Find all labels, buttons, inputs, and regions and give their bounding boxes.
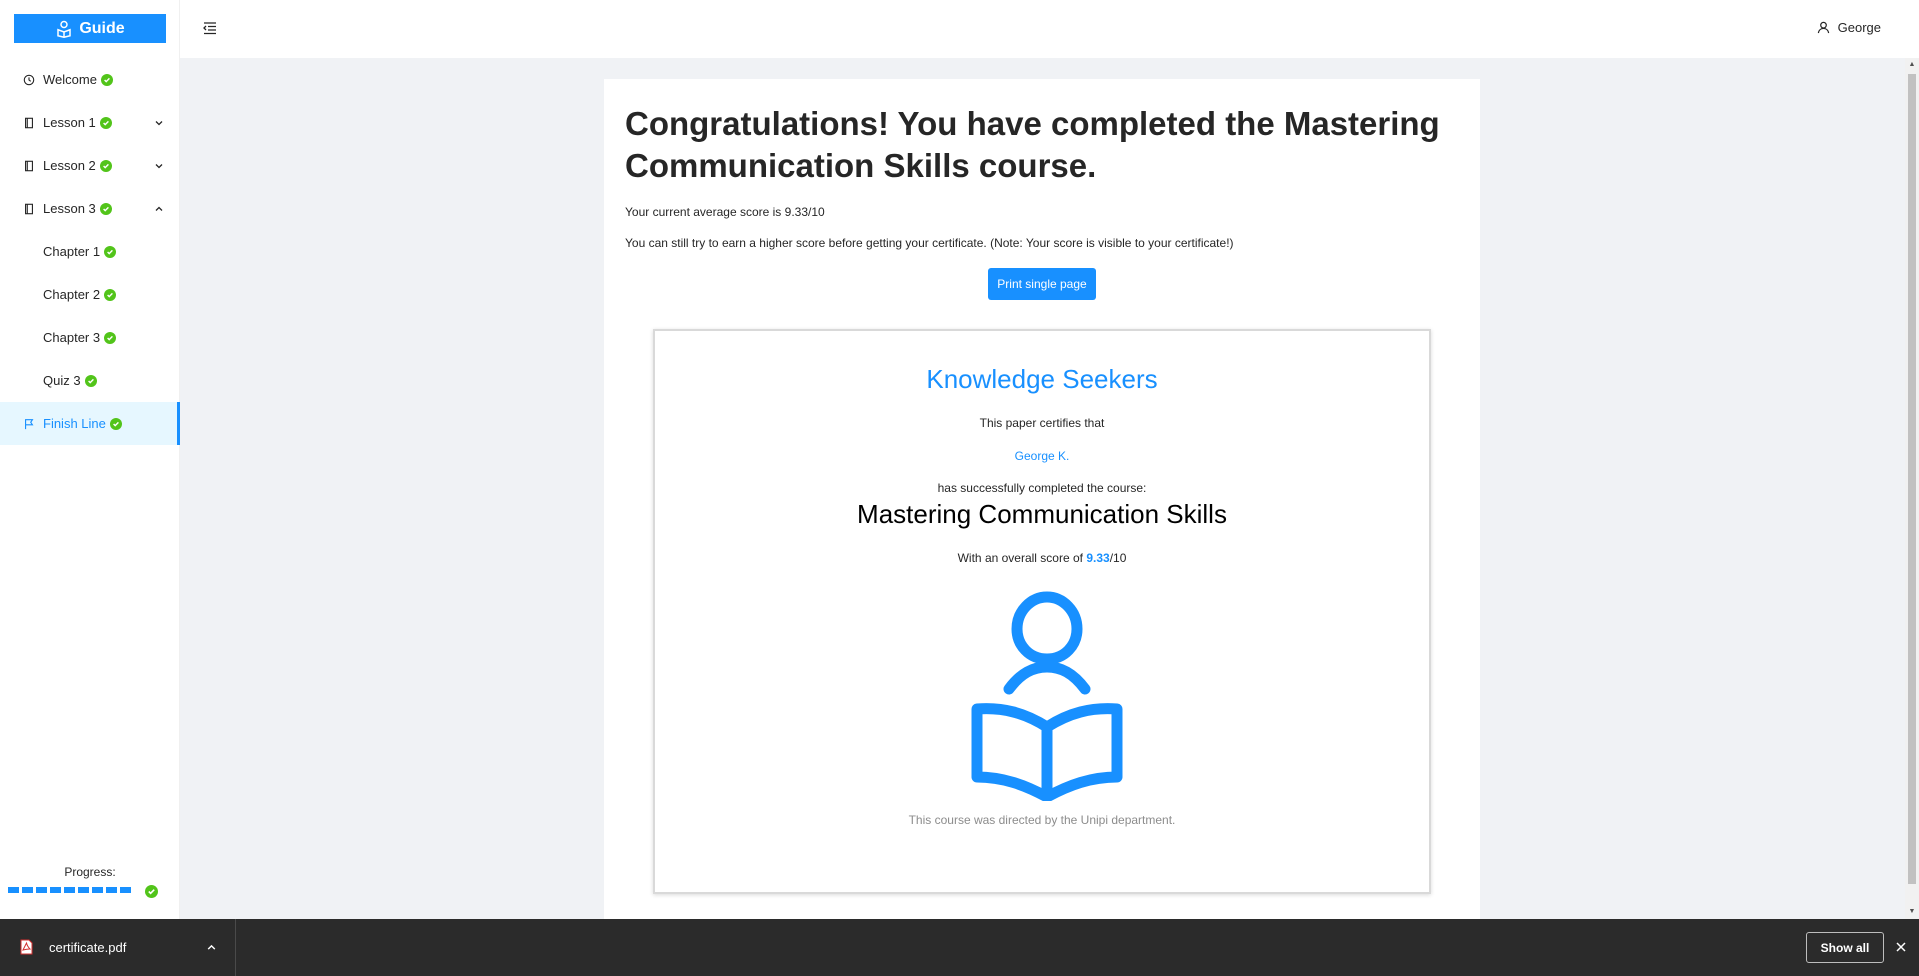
sidebar-item-label: Lesson 2 xyxy=(43,158,96,173)
book-icon xyxy=(22,116,35,129)
pdf-file-icon xyxy=(20,939,33,955)
certificate: Knowledge Seekers This paper certifies t… xyxy=(653,329,1431,894)
check-circle-icon xyxy=(145,885,158,898)
scroll-down-icon[interactable]: ▼ xyxy=(1908,908,1916,916)
scrollbar-thumb[interactable] xyxy=(1908,74,1916,884)
sidebar-item-label: Lesson 3 xyxy=(43,201,96,216)
close-icon[interactable] xyxy=(1894,940,1908,954)
score-value: 9.33 xyxy=(1086,551,1110,565)
sidebar-item-lesson-1[interactable]: Lesson 1 xyxy=(0,101,180,144)
book-icon xyxy=(22,159,35,172)
check-circle-icon xyxy=(84,374,97,387)
progress-segment xyxy=(50,887,61,893)
certificate-course-name: Mastering Communication Skills xyxy=(857,499,1227,529)
sidebar-item-label: Lesson 1 xyxy=(43,115,96,130)
logo-label: Guide xyxy=(79,19,125,37)
book-icon xyxy=(22,202,35,215)
chevron-down-icon xyxy=(155,120,163,125)
certificate-score: With an overall score of 9.33/10 xyxy=(655,551,1429,565)
header: George xyxy=(180,0,1919,58)
sidebar: Guide Welcome Lesson 1 Lesson 2 Lesson 3… xyxy=(0,0,180,919)
progress-label: Progress: xyxy=(64,865,116,879)
sidebar-item-lesson-3[interactable]: Lesson 3 xyxy=(0,187,180,230)
clock-icon xyxy=(22,73,35,86)
chevron-up-icon[interactable] xyxy=(206,942,217,953)
check-circle-icon xyxy=(100,73,113,86)
check-circle-icon xyxy=(104,245,117,258)
chevron-up-icon xyxy=(155,206,163,211)
user-book-icon xyxy=(57,20,72,38)
sidebar-item-chapter-2[interactable]: Chapter 2 xyxy=(0,273,180,316)
sidebar-item-label: Chapter 1 xyxy=(43,244,101,259)
certificate-footer: This course was directed by the Unipi de… xyxy=(908,813,1176,827)
user-icon xyxy=(1817,21,1829,34)
progress-segment xyxy=(92,887,103,893)
download-file-name: certificate.pdf xyxy=(49,940,127,955)
show-all-button[interactable]: Show all xyxy=(1806,932,1884,963)
certificate-organization: Knowledge Seekers xyxy=(926,364,1158,394)
check-circle-icon xyxy=(104,331,117,344)
logo[interactable]: Guide xyxy=(14,14,166,43)
certificate-recipient: George K. xyxy=(1014,449,1070,463)
certificate-certifies-text: This paper certifies that xyxy=(979,416,1105,430)
check-circle-icon xyxy=(109,417,122,430)
check-circle-icon xyxy=(99,116,112,129)
flag-icon xyxy=(22,417,35,430)
progress-bar xyxy=(8,887,131,893)
sidebar-item-welcome[interactable]: Welcome xyxy=(0,58,180,101)
progress-segment xyxy=(64,887,75,893)
sidebar-item-quiz-3[interactable]: Quiz 3 xyxy=(0,359,180,402)
content-card: Congratulations! You have completed the … xyxy=(604,79,1480,919)
sidebar-item-label: Chapter 3 xyxy=(43,330,101,345)
score-suffix: /10 xyxy=(1109,551,1127,565)
page-title: Congratulations! You have completed the … xyxy=(625,105,1440,184)
sidebar-item-label: Welcome xyxy=(43,72,97,87)
check-circle-icon xyxy=(99,159,112,172)
certificate-completed-text: has successfully completed the course: xyxy=(937,481,1147,495)
check-circle-icon xyxy=(104,288,117,301)
user-menu[interactable]: George xyxy=(1817,20,1881,35)
print-button[interactable]: Print single page xyxy=(988,268,1096,300)
download-item[interactable]: certificate.pdf xyxy=(0,919,236,976)
progress-segment xyxy=(106,887,117,893)
scroll-up-icon[interactable]: ▲ xyxy=(1908,61,1916,69)
sidebar-item-chapter-3[interactable]: Chapter 3 xyxy=(0,316,180,359)
check-circle-icon xyxy=(99,202,112,215)
sidebar-menu: Welcome Lesson 1 Lesson 2 Lesson 3 Chapt… xyxy=(0,58,180,445)
score-note-text: You can still try to earn a higher score… xyxy=(625,236,1234,250)
user-name: George xyxy=(1837,20,1881,35)
sidebar-item-label: Quiz 3 xyxy=(43,373,81,388)
chevron-down-icon xyxy=(155,163,163,168)
menu-fold-icon[interactable] xyxy=(202,20,218,36)
sidebar-item-label: Chapter 2 xyxy=(43,287,101,302)
progress-segment xyxy=(120,887,131,893)
sidebar-item-lesson-2[interactable]: Lesson 2 xyxy=(0,144,180,187)
score-prefix: With an overall score of xyxy=(957,551,1087,565)
progress-segment xyxy=(8,887,19,893)
progress-segment xyxy=(22,887,33,893)
sidebar-item-label: Finish Line xyxy=(43,416,106,431)
download-bar: certificate.pdf Show all xyxy=(0,919,1919,976)
progress-section: Progress: xyxy=(0,865,180,898)
reader-book-icon xyxy=(971,591,1123,801)
sidebar-item-chapter-1[interactable]: Chapter 1 xyxy=(0,230,180,273)
sidebar-item-finish-line[interactable]: Finish Line xyxy=(0,402,180,445)
average-score-text: Your current average score is 9.33/10 xyxy=(625,205,825,219)
progress-segment xyxy=(36,887,47,893)
progress-segment xyxy=(78,887,89,893)
scrollbar[interactable]: ▲ ▼ xyxy=(1905,58,1919,919)
